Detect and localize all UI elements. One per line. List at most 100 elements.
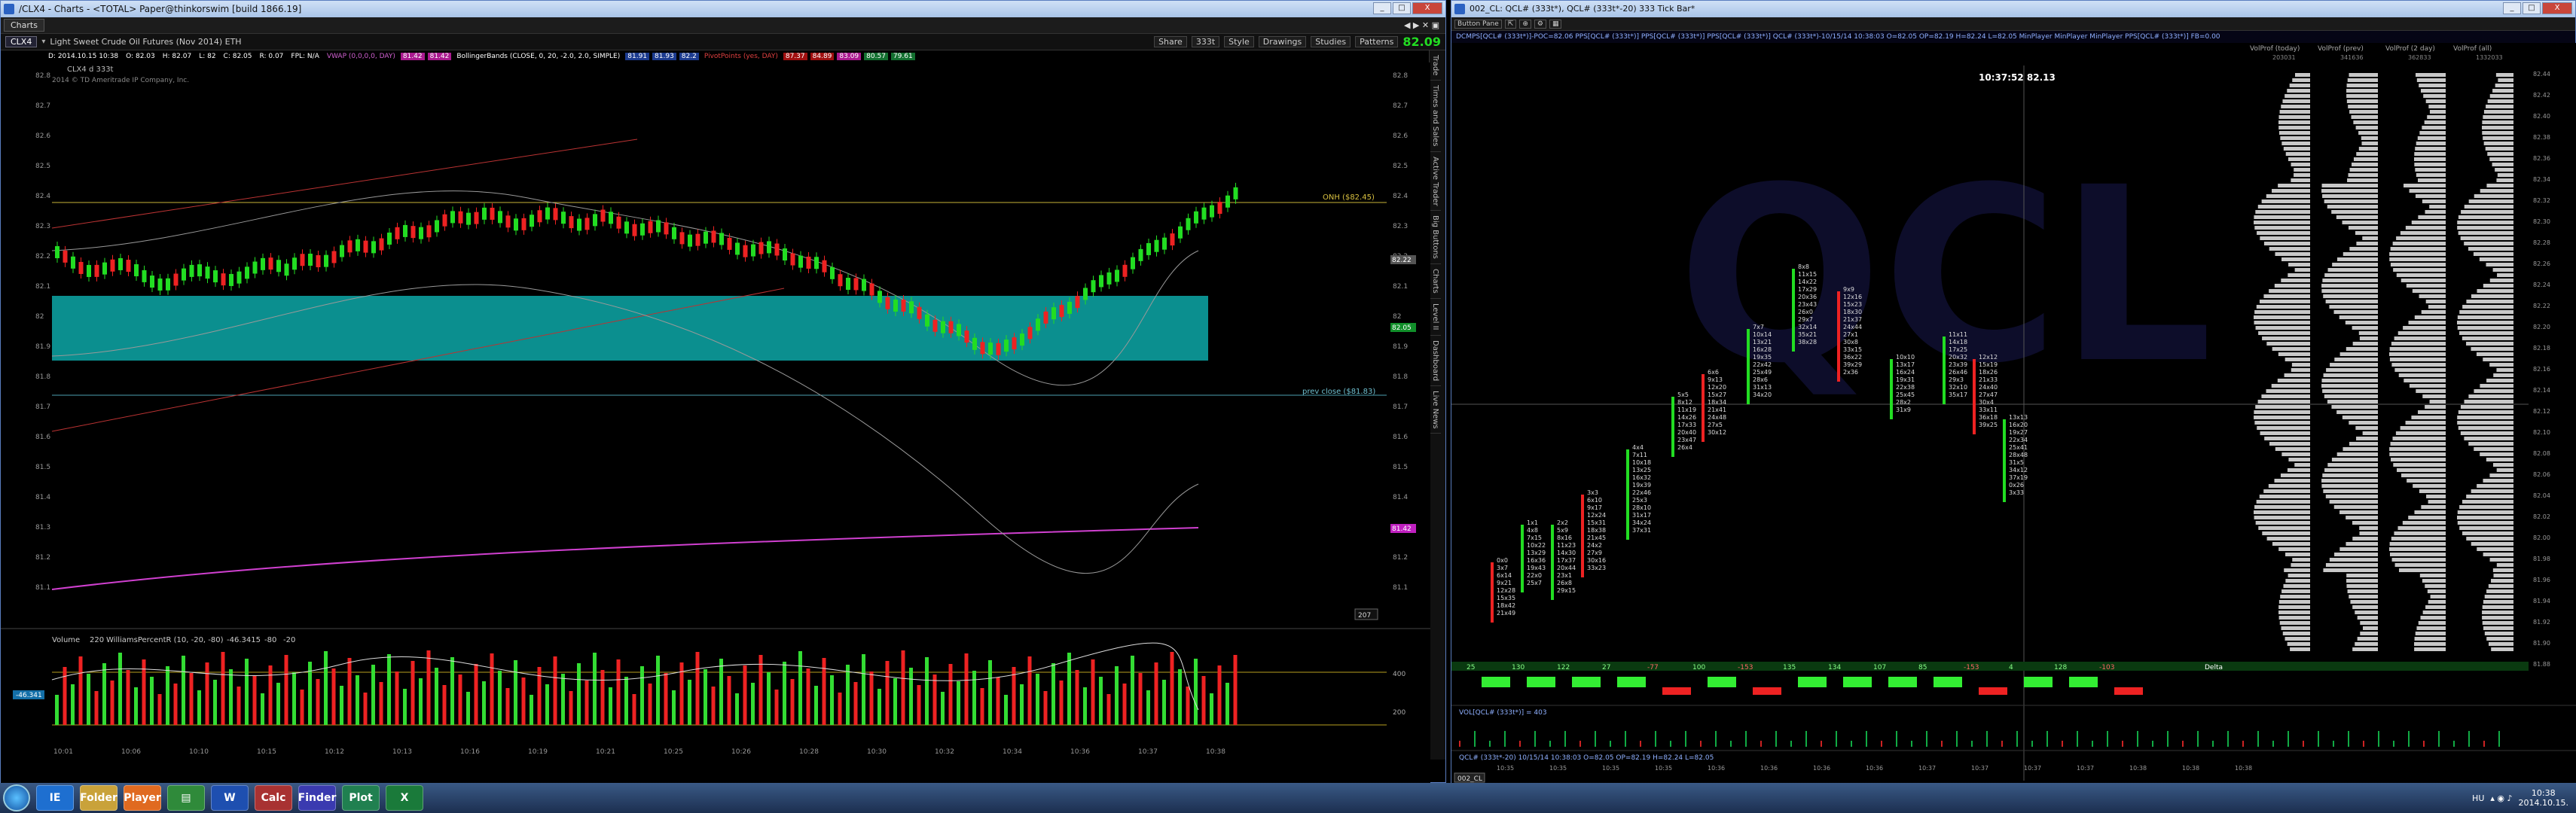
tab-charts[interactable]: Charts xyxy=(4,19,44,32)
side-tab-live-news[interactable]: Live News xyxy=(1430,386,1441,434)
candle-body xyxy=(71,256,75,269)
profile-bar xyxy=(2256,500,2310,504)
style-button[interactable]: Style xyxy=(1224,36,1254,47)
taskbar-app-word[interactable]: W xyxy=(211,785,249,811)
side-tab-trade[interactable]: Trade xyxy=(1430,50,1441,81)
profile-bar xyxy=(2258,526,2310,530)
profile-bar xyxy=(2484,632,2513,635)
volume-bar xyxy=(932,674,937,725)
right-time-tick: 10:36 xyxy=(1760,765,1778,772)
right-volume-bar xyxy=(2288,731,2289,747)
nav-arrows[interactable]: ◀ ▶ ✕ ▣ xyxy=(1404,20,1445,30)
aggregation-selector[interactable]: 333t xyxy=(1191,36,1220,47)
tool-zoom-icon[interactable]: ⊕ xyxy=(1519,19,1531,29)
profile-bar xyxy=(2291,368,2310,372)
side-tab-level2[interactable]: Level II xyxy=(1430,299,1441,336)
footprint-cell: 9x9 xyxy=(1843,286,1854,293)
tray-icons[interactable]: ▴ ◉ ♪ xyxy=(2490,793,2512,803)
profile-bar xyxy=(2392,437,2446,440)
legend-boll-2: 81.93 xyxy=(652,53,676,60)
candle-body xyxy=(688,234,692,247)
button-pane-label[interactable]: Button Pane xyxy=(1454,19,1502,29)
profile-bar xyxy=(2281,105,2310,108)
right-window-title: 002_CL: QCL# (333t*), QCL# (333t*-20) 33… xyxy=(1470,4,1695,14)
language-indicator[interactable]: HU xyxy=(2472,793,2484,803)
right-minimize-button[interactable]: _ xyxy=(2503,2,2521,14)
footprint-cell: 33x15 xyxy=(1843,346,1862,353)
profile-bar xyxy=(2291,363,2310,367)
right-volume-bar xyxy=(1504,731,1506,747)
profile-bar xyxy=(2259,495,2310,498)
side-tab-active-trader[interactable]: Active Trader xyxy=(1430,152,1441,212)
volume-bar xyxy=(758,655,763,725)
taskbar-app-folder[interactable]: Folder xyxy=(80,785,118,811)
footprint-cell: 15x27 xyxy=(1708,391,1726,398)
taskbar-app-tos[interactable]: ▤ xyxy=(167,785,205,811)
maximize-button[interactable]: □ xyxy=(1393,2,1411,14)
share-button[interactable]: Share xyxy=(1154,36,1187,47)
profile-bar xyxy=(2254,221,2310,224)
taskbar-app-excel[interactable]: X xyxy=(386,785,423,811)
profile-bar xyxy=(2254,505,2310,509)
side-tab-dashboard[interactable]: Dashboard xyxy=(1430,336,1441,386)
left-titlebar[interactable]: /CLX4 - Charts - <TOTAL> Paper@thinkorsw… xyxy=(1,1,1445,17)
candle-body xyxy=(830,266,835,279)
profile-bar xyxy=(2348,226,2378,230)
legend-vwap: VWAP (0,0,0,0, DAY) xyxy=(326,53,395,60)
indicator-header-text: DCMPS[QCL# (333t*)]-POC=82.06 PPS[QCL# (… xyxy=(1456,33,2220,41)
right-price-tick: 81.90 xyxy=(2533,640,2550,647)
footprint-chart[interactable]: QCL VolProf (today) VolProf (prev) VolPr… xyxy=(1451,43,2576,784)
profile-bar xyxy=(2482,616,2513,620)
price-chart[interactable]: CLX4 d 333t 2014 © TD Ameritrade IP Comp… xyxy=(1,62,1430,784)
tool-grid-icon[interactable]: ▦ xyxy=(1549,19,1562,29)
side-tab-big-buttons[interactable]: Big Buttons xyxy=(1430,211,1441,265)
footprint-cell: 34x24 xyxy=(1632,519,1651,526)
volume-bar xyxy=(704,669,707,725)
profile-bar xyxy=(2390,442,2446,446)
taskbar-app-finder[interactable]: Finder xyxy=(298,785,336,811)
chart-tab[interactable]: 002_CL xyxy=(1457,775,1482,783)
clock[interactable]: 10:38 2014.10.15. xyxy=(2519,788,2568,808)
footprint-cell: 11x19 xyxy=(1677,406,1696,413)
footprint-cell: 18x30 xyxy=(1843,309,1862,315)
profile-bar xyxy=(2346,99,2378,103)
drawings-button[interactable]: Drawings xyxy=(1258,36,1307,47)
taskbar-app-calc[interactable]: Calc xyxy=(255,785,292,811)
delta-value: 122 xyxy=(1557,664,1570,671)
tool-cursor-icon[interactable]: ⇱ xyxy=(1504,19,1517,29)
taskbar-app-plot[interactable]: Plot xyxy=(342,785,380,811)
volume-bar xyxy=(403,689,407,725)
profile-bar xyxy=(2345,321,2378,324)
right-time-tick: 10:38 xyxy=(2182,765,2199,772)
profile-bar xyxy=(2419,489,2446,493)
footprint-cell: 27x1 xyxy=(1843,331,1858,338)
profile-bar xyxy=(2392,242,2446,245)
candle-body xyxy=(719,233,724,245)
right-close-button[interactable]: X xyxy=(2542,2,2572,14)
right-maximize-button[interactable]: □ xyxy=(2523,2,2541,14)
profile-bar xyxy=(2426,495,2446,498)
right-titlebar[interactable]: 002_CL: QCL# (333t*), QCL# (333t*-20) 33… xyxy=(1451,1,2575,17)
studies-button[interactable]: Studies xyxy=(1311,36,1351,47)
volume-bar xyxy=(941,692,945,725)
footprint-cell: 30x8 xyxy=(1843,339,1858,346)
patterns-button[interactable]: Patterns xyxy=(1355,36,1399,47)
footprint-cell: 12x20 xyxy=(1708,384,1726,391)
start-button[interactable] xyxy=(3,784,30,811)
profile-bar xyxy=(2357,637,2378,641)
volume-bar xyxy=(853,682,858,725)
footprint-cell: 34x12 xyxy=(2009,467,2028,473)
taskbar-app-ie[interactable]: IE xyxy=(36,785,74,811)
taskbar-app-player[interactable]: Player xyxy=(124,785,161,811)
price-tick-left: 82 xyxy=(35,313,44,321)
side-tab-charts[interactable]: Charts xyxy=(1430,264,1441,300)
symbol-input[interactable]: CLX4 xyxy=(5,36,38,47)
minimize-button[interactable]: _ xyxy=(1373,2,1391,14)
volume-bar xyxy=(1036,674,1039,725)
close-button[interactable]: X xyxy=(1412,2,1442,14)
side-tab-times-sales[interactable]: Times and Sales xyxy=(1430,81,1441,152)
right-time-tick: 10:37 xyxy=(1971,765,1988,772)
footprint-cell: 14x26 xyxy=(1677,414,1696,421)
symbol-dropdown-icon[interactable]: ▾ xyxy=(41,38,45,46)
tool-settings-icon[interactable]: ⚙ xyxy=(1534,19,1546,29)
